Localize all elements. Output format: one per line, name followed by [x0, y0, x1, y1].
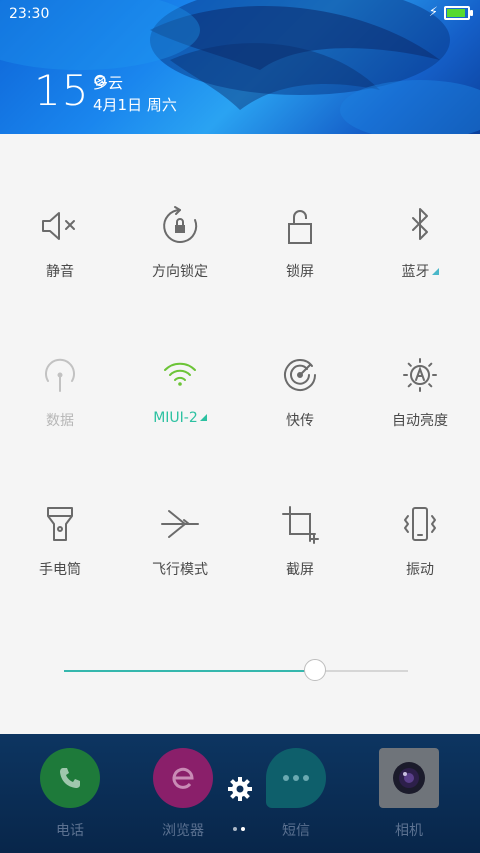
toggle-label: 静音 — [46, 264, 74, 280]
bluetooth-icon — [412, 208, 428, 240]
browser-icon — [153, 748, 213, 808]
toggle-label: 锁屏 — [286, 264, 314, 280]
camera-icon — [379, 748, 439, 808]
toggle-bluetooth[interactable]: 蓝牙 — [360, 205, 480, 281]
toggle-label: 方向锁定 — [152, 264, 208, 280]
expand-indicator-icon — [199, 414, 207, 421]
gear-icon[interactable] — [226, 775, 254, 803]
quick-transfer-icon — [284, 359, 316, 391]
brightness-slider-fill — [64, 670, 316, 672]
toggle-label: 自动亮度 — [392, 413, 448, 429]
dock-app-phone[interactable]: 电话 — [25, 748, 115, 840]
toggle-label: 蓝牙 — [401, 264, 430, 280]
toggle-label: 手电筒 — [39, 562, 81, 578]
toggle-auto-brightness[interactable]: 自动亮度 — [360, 354, 480, 430]
phone-icon — [40, 748, 100, 808]
toggle-label: 飞行模式 — [152, 562, 208, 578]
brightness-slider-thumb[interactable] — [304, 659, 327, 681]
wifi-icon — [164, 362, 196, 386]
toggle-rotation-lock[interactable]: 方向锁定 — [120, 205, 240, 281]
bolt-icon: ⚡ — [428, 5, 438, 20]
mute-icon — [42, 212, 75, 240]
dock-app-messages[interactable]: 短信 — [251, 748, 341, 840]
dock-app-browser[interactable]: 浏览器 — [138, 748, 228, 840]
app-label: 电话 — [56, 823, 84, 839]
auto-brightness-icon — [403, 358, 437, 392]
brightness-slider[interactable] — [64, 659, 408, 681]
toggle-label: 数据 — [46, 413, 74, 429]
dock-app-camera[interactable]: 相机 — [364, 748, 454, 840]
toggle-label: 截屏 — [286, 562, 314, 578]
toggle-screenshot[interactable]: 截屏 — [240, 503, 360, 579]
flashlight-icon — [47, 507, 73, 541]
toggle-label: MIUI-2 — [153, 410, 198, 426]
page-dot — [233, 827, 237, 831]
weather-header: 23:30 ⚡ 15° 多云 4月1日 周六 — [0, 0, 480, 134]
toggle-label: 快传 — [286, 413, 314, 429]
toggle-mute[interactable]: 静音 — [0, 205, 120, 281]
lock-icon — [288, 210, 312, 244]
dock: 电话 浏览器 短信 相机 — [0, 734, 480, 853]
battery-icon — [444, 6, 473, 20]
status-time: 23:30 — [9, 6, 50, 22]
toggle-vibrate[interactable]: 振动 — [360, 503, 480, 579]
toggle-lock-screen[interactable]: 锁屏 — [240, 205, 360, 281]
app-label: 短信 — [282, 823, 310, 839]
app-label: 浏览器 — [162, 823, 204, 839]
rotation-lock-icon — [163, 206, 198, 243]
page-indicator — [233, 827, 245, 831]
vibrate-icon — [404, 507, 436, 541]
status-icons: ⚡ — [428, 5, 473, 20]
data-icon — [45, 358, 75, 392]
toggle-data[interactable]: 数据 — [0, 354, 120, 430]
weather-condition: 多云 — [93, 74, 124, 92]
toggle-wifi[interactable]: MIUI-2 — [120, 354, 240, 426]
app-label: 相机 — [395, 823, 423, 839]
date: 4月1日 周六 — [93, 96, 177, 114]
toggle-label: 振动 — [406, 562, 434, 578]
crop-icon — [282, 506, 319, 544]
expand-indicator-icon — [431, 268, 439, 275]
toggle-flashlight[interactable]: 手电筒 — [0, 503, 120, 579]
toggle-airplane-mode[interactable]: 飞行模式 — [120, 503, 240, 579]
page-dot-active — [241, 827, 245, 831]
toggle-quick-transfer[interactable]: 快传 — [240, 354, 360, 430]
quick-settings-panel: 静音 方向锁定 锁屏 蓝牙 数据 MIUI-2 快传 自动亮度 手电筒 飞行模式… — [0, 134, 480, 734]
airplane-icon — [161, 510, 199, 538]
messages-icon — [266, 748, 326, 808]
battery-level — [447, 9, 465, 17]
